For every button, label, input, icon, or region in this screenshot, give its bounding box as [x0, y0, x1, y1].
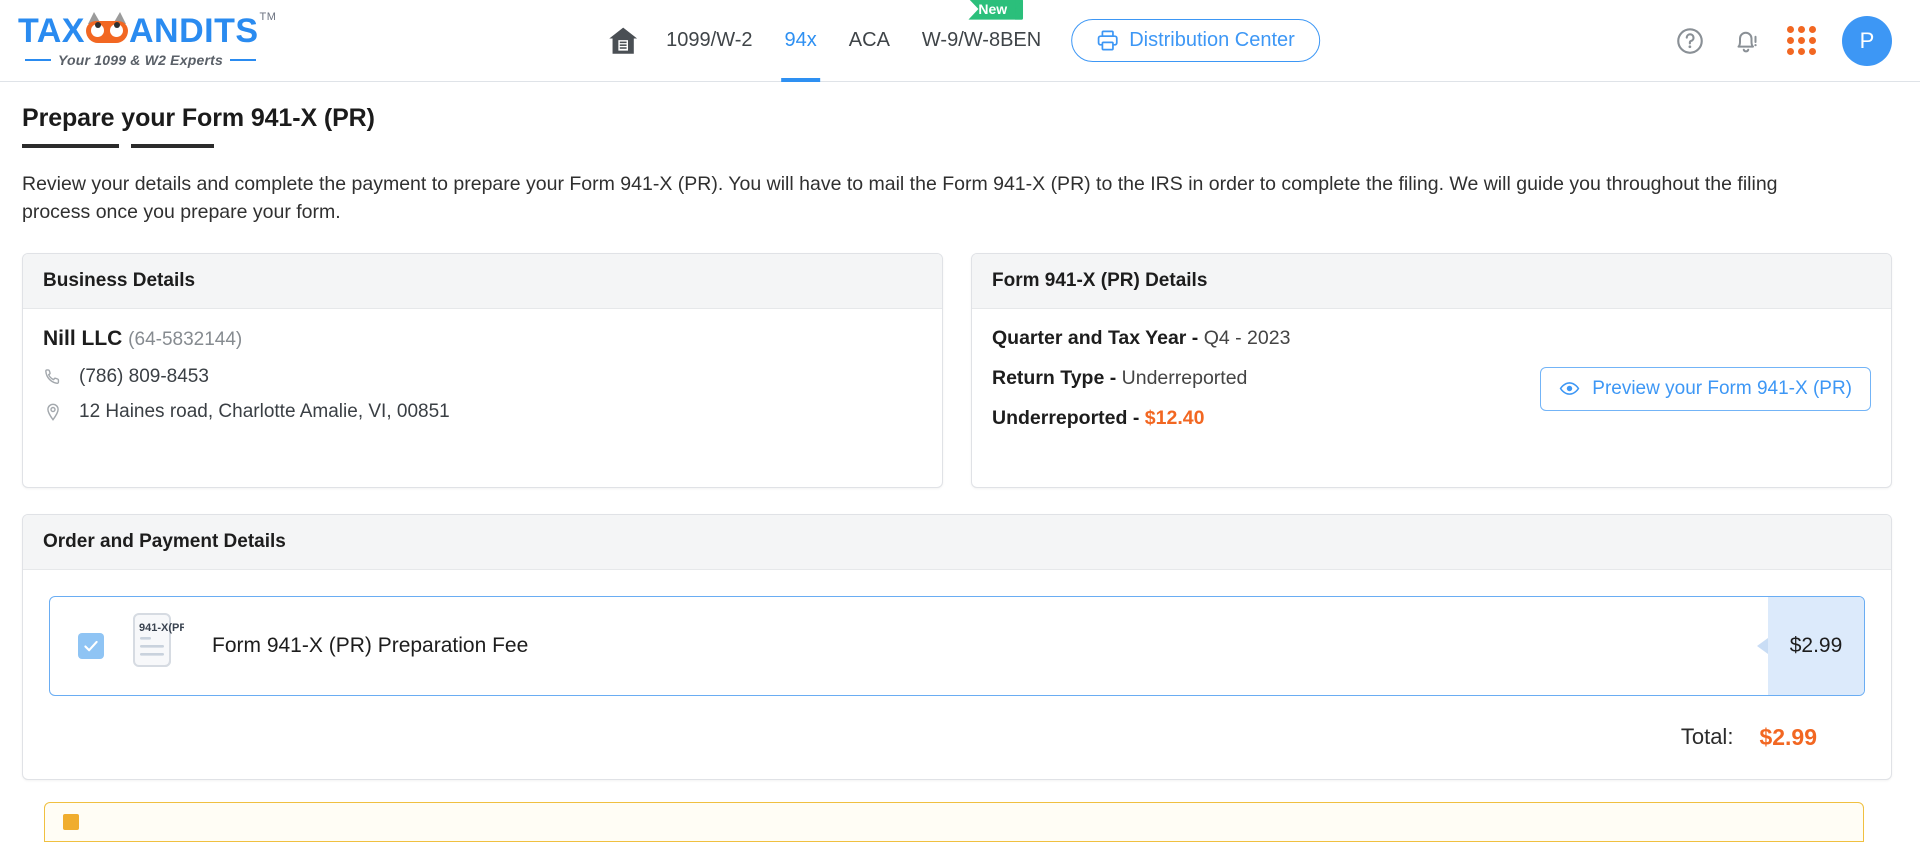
tagline-rule-left: [25, 59, 51, 61]
bell-icon: [1731, 26, 1761, 56]
nav-item-label: ACA: [849, 29, 890, 52]
eye-icon: [1559, 378, 1580, 399]
business-address-row: 12 Haines road, Charlotte Amalie, VI, 00…: [43, 401, 922, 423]
nav-utility-icons: P: [1675, 16, 1892, 66]
grid-dot: [1787, 26, 1794, 33]
new-badge: New: [968, 0, 1023, 20]
grid-dot: [1798, 26, 1805, 33]
title-rule-1: [22, 144, 119, 148]
help-button[interactable]: [1675, 26, 1705, 56]
form-detail-quarter-row: Quarter and Tax Year - Q4 - 2023: [992, 327, 1871, 350]
preview-form-label: Preview your Form 941-X (PR): [1592, 378, 1852, 400]
nav-item-label: W-9/W-8BEN: [922, 29, 1041, 52]
phone-icon: [43, 367, 63, 387]
form-details-card: Form 941-X (PR) Details Quarter and Tax …: [971, 253, 1892, 488]
tagline-text: Your 1099 & W2 Experts: [58, 52, 223, 68]
logo-tagline: Your 1099 & W2 Experts: [18, 52, 275, 68]
logo-text-tax: TAX: [18, 14, 85, 48]
notifications-button[interactable]: [1731, 26, 1761, 56]
business-details-body: Nill LLC (64-5832144) (786) 809-8453: [23, 309, 942, 487]
grid-dot: [1809, 26, 1816, 33]
form-detail-value: Q4 - 2023: [1204, 327, 1291, 349]
order-total-value: $2.99: [1759, 724, 1817, 751]
grid-dot: [1798, 37, 1805, 44]
page-content: Prepare your Form 941-X (PR) Review your…: [0, 82, 1920, 842]
business-details-card: Business Details Nill LLC (64-5832144) (…: [22, 253, 943, 488]
user-avatar[interactable]: P: [1842, 16, 1892, 66]
form-detail-label: Return Type -: [992, 367, 1116, 389]
form-941x-pr-document-icon: 941-X(PR): [126, 612, 184, 679]
form-detail-label: Quarter and Tax Year -: [992, 327, 1198, 349]
nav-item-label: 94x: [785, 29, 817, 52]
page-description: Review your details and complete the pay…: [22, 170, 1822, 227]
order-item-price-value: $2.99: [1790, 634, 1843, 658]
main-nav-items: 1099/W-2 94x ACA New W-9/W-8BEN Distribu…: [600, 0, 1320, 82]
grid-dot: [1809, 48, 1816, 55]
warning-icon: [63, 814, 79, 830]
business-name: Nill LLC: [43, 327, 122, 350]
nav-item-label: 1099/W-2: [666, 29, 752, 52]
form-detail-label: Underreported -: [992, 407, 1139, 429]
business-details-heading: Business Details: [23, 254, 942, 309]
order-payment-card: Order and Payment Details 941-X(PR): [22, 514, 1892, 780]
business-name-row: Nill LLC (64-5832144): [43, 327, 922, 351]
home-icon: [606, 24, 640, 58]
grid-dot: [1798, 48, 1805, 55]
grid-dot: [1787, 37, 1794, 44]
nav-item-94x[interactable]: 94x: [769, 0, 833, 82]
order-total-row: Total: $2.99: [49, 696, 1865, 779]
form-detail-amount: $12.40: [1145, 407, 1205, 429]
order-payment-heading: Order and Payment Details: [23, 515, 1891, 570]
business-address: 12 Haines road, Charlotte Amalie, VI, 00…: [79, 401, 450, 423]
form-details-heading: Form 941-X (PR) Details: [972, 254, 1891, 309]
owl-pupil-left: [95, 22, 101, 28]
location-pin-icon: [43, 402, 63, 422]
checkmark-icon: [82, 637, 100, 655]
order-line-item[interactable]: 941-X(PR) Form 941-X (PR) Preparation Fe…: [49, 596, 1865, 696]
logo-text-bandits: ANDITS: [129, 14, 259, 48]
title-rule-2: [131, 144, 214, 148]
form-details-body: Quarter and Tax Year - Q4 - 2023 Return …: [972, 309, 1891, 487]
grid-dot: [1787, 48, 1794, 55]
help-circle-icon: [1675, 26, 1705, 56]
distribution-center-button[interactable]: Distribution Center: [1071, 19, 1320, 62]
order-payment-body: 941-X(PR) Form 941-X (PR) Preparation Fe…: [23, 570, 1891, 779]
title-underline-rules: [22, 144, 1892, 148]
business-phone: (786) 809-8453: [79, 366, 209, 388]
nav-item-w9-w8ben[interactable]: New W-9/W-8BEN: [906, 0, 1057, 82]
printer-icon: [1096, 29, 1119, 52]
order-item-checkbox[interactable]: [78, 633, 104, 659]
logo-trademark: TM: [260, 12, 277, 23]
business-phone-row: (786) 809-8453: [43, 366, 922, 388]
nav-item-aca[interactable]: ACA: [833, 0, 906, 82]
preview-form-button[interactable]: Preview your Form 941-X (PR): [1540, 367, 1871, 411]
summary-cards-row: Business Details Nill LLC (64-5832144) (…: [22, 253, 1892, 488]
order-line-item-left: 941-X(PR) Form 941-X (PR) Preparation Fe…: [50, 597, 1768, 695]
nav-home-button[interactable]: [600, 0, 650, 82]
svg-text:941-X(PR): 941-X(PR): [139, 622, 184, 634]
form-detail-value: Underreported: [1122, 367, 1248, 389]
distribution-center-label: Distribution Center: [1129, 29, 1295, 52]
order-item-label: Form 941-X (PR) Preparation Fee: [212, 634, 528, 658]
bottom-alert-banner: [44, 802, 1864, 842]
business-ein: (64-5832144): [128, 329, 242, 350]
apps-grid-button[interactable]: [1787, 26, 1816, 55]
avatar-initial: P: [1860, 28, 1875, 54]
grid-dot: [1809, 37, 1816, 44]
nav-item-1099-w2[interactable]: 1099/W-2: [650, 0, 768, 82]
tagline-rule-right: [230, 59, 256, 61]
order-item-price: $2.99: [1768, 597, 1864, 695]
brand-logo[interactable]: TAX ANDITS TM Your 1099 & W2 Experts: [18, 14, 275, 68]
logo-wordmark: TAX ANDITS TM: [18, 14, 275, 48]
owl-mascot-icon: [86, 18, 128, 44]
order-total-label: Total:: [1681, 724, 1734, 750]
owl-pupil-right: [114, 22, 120, 28]
top-navigation-bar: TAX ANDITS TM Your 1099 & W2 Experts: [0, 0, 1920, 82]
page-title: Prepare your Form 941-X (PR): [22, 104, 1892, 133]
